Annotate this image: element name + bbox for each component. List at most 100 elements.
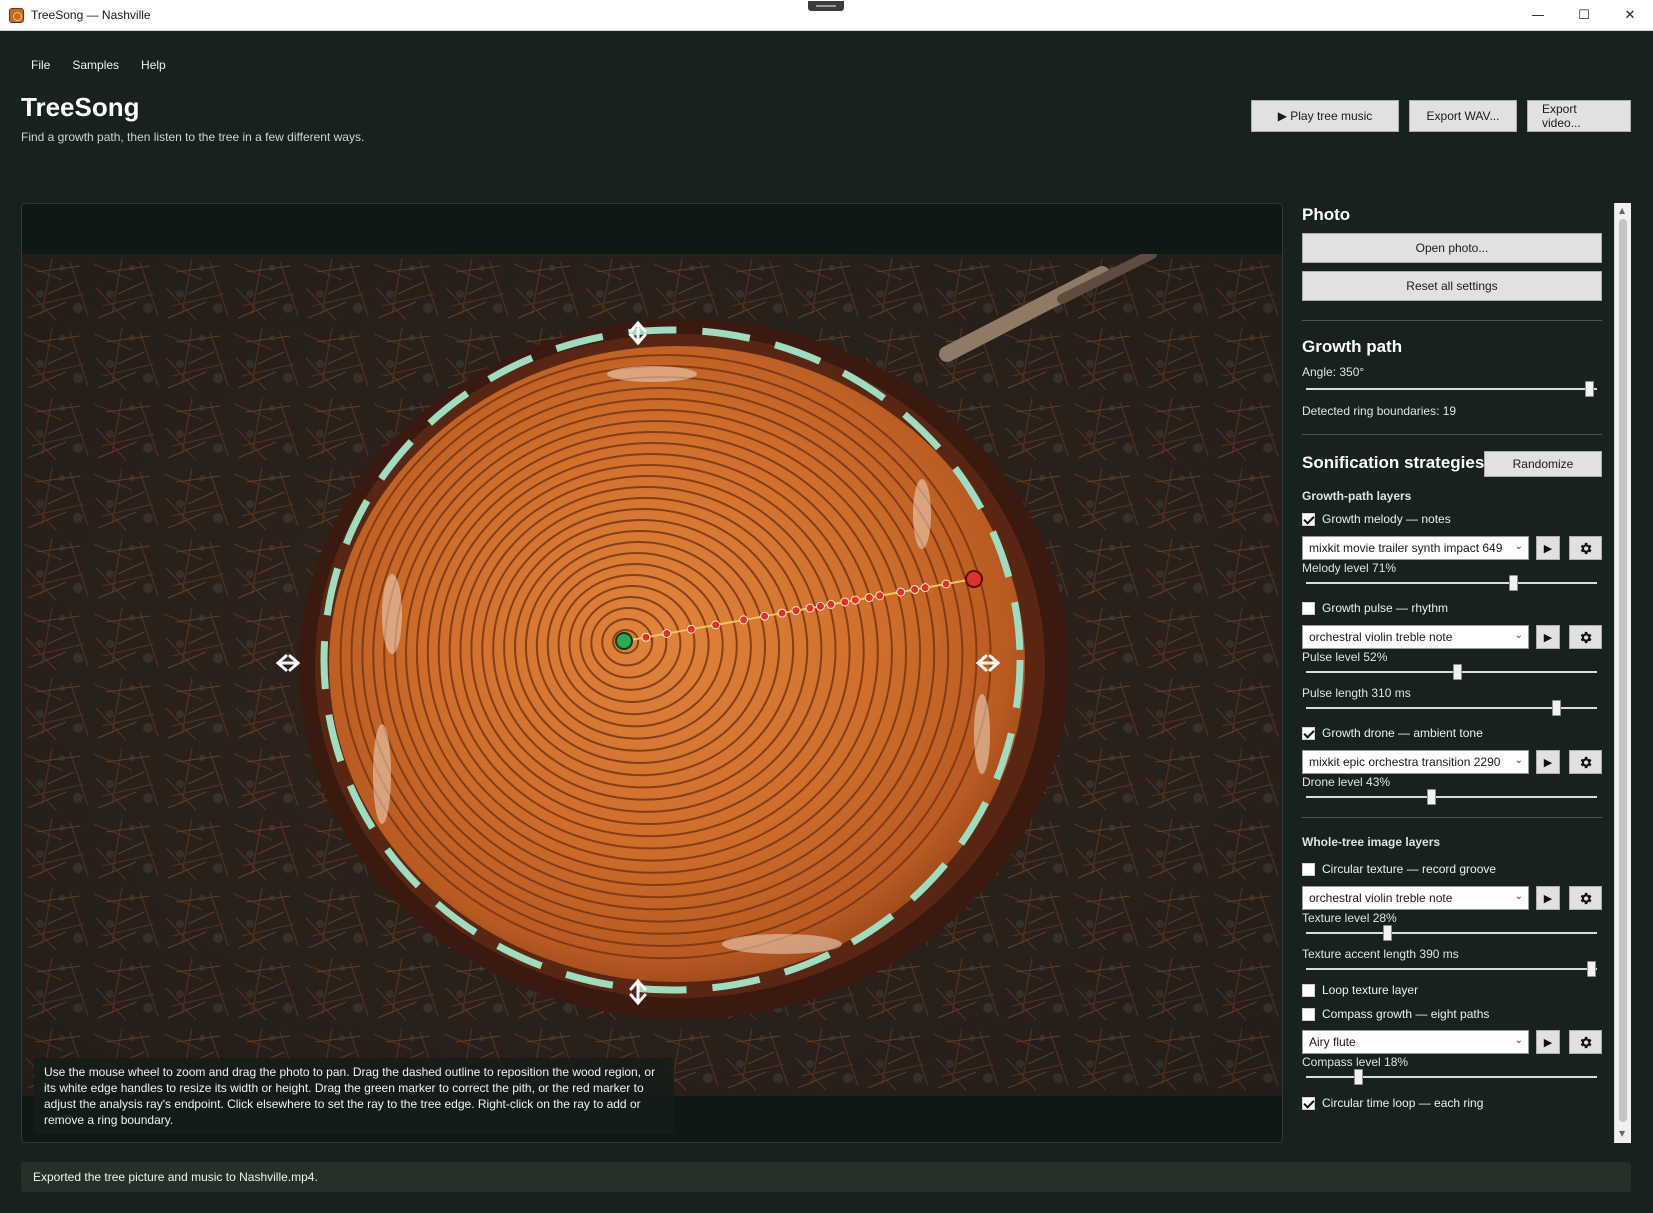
ring-boundary-marker[interactable] xyxy=(760,611,770,621)
pulse-checkbox[interactable]: Growth pulse — rhythm xyxy=(1302,601,1448,615)
scroll-up-icon[interactable]: ▲ xyxy=(1619,206,1625,215)
melody-level-thumb[interactable] xyxy=(1508,575,1518,591)
texture-accent-thumb[interactable] xyxy=(1587,961,1597,977)
ring-boundary-marker[interactable] xyxy=(920,583,930,593)
ring-boundary-marker[interactable] xyxy=(850,595,860,605)
melody-checkbox-box[interactable] xyxy=(1302,512,1315,526)
settings-sidebar[interactable]: Photo Open photo... Reset all settings G… xyxy=(1291,203,1621,1143)
pulse-length-thumb[interactable] xyxy=(1552,700,1562,716)
compass-settings-button[interactable] xyxy=(1569,1030,1602,1054)
ring-boundary-marker[interactable] xyxy=(840,597,850,607)
angle-slider-thumb[interactable] xyxy=(1584,381,1594,397)
time-loop-checkbox[interactable]: Circular time loop — each ring xyxy=(1302,1096,1483,1110)
melody-sample-select[interactable]: mixkit movie trailer synth impact 649 ⌄ xyxy=(1302,536,1529,560)
melody-level-slider[interactable] xyxy=(1306,575,1597,591)
texture-checkbox[interactable]: Circular texture — record groove xyxy=(1302,862,1496,876)
pulse-level-thumb[interactable] xyxy=(1453,664,1463,680)
close-button[interactable]: ✕ xyxy=(1607,0,1653,31)
window-titlebar[interactable]: TreeSong — Nashville — ☐ ✕ xyxy=(0,0,1653,31)
snap-handle[interactable] xyxy=(808,1,844,11)
export-video-button[interactable]: Export video... xyxy=(1527,100,1631,132)
ray-end-marker[interactable] xyxy=(965,570,983,588)
ring-boundary-marker[interactable] xyxy=(805,603,815,613)
pulse-sample-select[interactable]: orchestral violin treble note ⌄ xyxy=(1302,625,1529,649)
ring-boundary-marker[interactable] xyxy=(711,620,721,630)
texture-level-thumb[interactable] xyxy=(1383,925,1393,941)
pulse-level-slider[interactable] xyxy=(1306,664,1597,680)
maximize-button[interactable]: ☐ xyxy=(1561,0,1607,31)
compass-checkbox[interactable]: Compass growth — eight paths xyxy=(1302,1007,1489,1021)
time-loop-checkbox-box[interactable] xyxy=(1302,1096,1315,1110)
photo-canvas[interactable] xyxy=(22,254,1283,1096)
melody-level-label: Melody level 71% xyxy=(1302,561,1397,575)
ring-boundary-marker[interactable] xyxy=(910,585,920,595)
pulse-sample-value: orchestral violin treble note xyxy=(1309,630,1453,644)
sidebar-scrollbar[interactable]: ▲ ▼ xyxy=(1614,203,1631,1143)
menu-samples[interactable]: Samples xyxy=(61,56,130,76)
texture-checkbox-box[interactable] xyxy=(1302,862,1315,876)
ring-boundary-marker[interactable] xyxy=(739,615,749,625)
minimize-button[interactable]: — xyxy=(1515,0,1561,31)
compass-checkbox-box[interactable] xyxy=(1302,1007,1315,1021)
sonification-title: Sonification strategies xyxy=(1302,453,1485,472)
menu-help[interactable]: Help xyxy=(130,56,177,76)
angle-slider[interactable] xyxy=(1306,381,1597,397)
ring-boundary-marker[interactable] xyxy=(641,632,651,642)
chevron-down-icon: ⌄ xyxy=(1514,541,1523,552)
drone-checkbox-box[interactable] xyxy=(1302,726,1315,740)
compass-sample-select[interactable]: Airy flute ⌄ xyxy=(1302,1030,1529,1054)
pulse-level-label: Pulse level 52% xyxy=(1302,650,1388,664)
texture-accent-slider[interactable] xyxy=(1306,961,1597,977)
scroll-down-icon[interactable]: ▼ xyxy=(1619,1129,1625,1138)
loop-texture-checkbox[interactable]: Loop texture layer xyxy=(1302,983,1418,997)
export-wav-button[interactable]: Export WAV... xyxy=(1409,100,1517,132)
menu-file[interactable]: File xyxy=(20,56,61,76)
pulse-checkbox-box[interactable] xyxy=(1302,601,1315,615)
ring-boundary-marker[interactable] xyxy=(864,593,874,603)
compass-level-slider[interactable] xyxy=(1306,1069,1597,1085)
texture-sample-select[interactable]: orchestral violin treble note ⌄ xyxy=(1302,886,1529,910)
status-text: Exported the tree picture and music to N… xyxy=(33,1170,318,1184)
melody-checkbox[interactable]: Growth melody — notes xyxy=(1302,512,1451,526)
status-bar: Exported the tree picture and music to N… xyxy=(21,1162,1631,1192)
whole-tree-title: Whole-tree image layers xyxy=(1302,835,1441,849)
melody-settings-button[interactable] xyxy=(1569,536,1602,560)
randomize-button[interactable]: Randomize xyxy=(1484,451,1602,477)
pulse-length-slider[interactable] xyxy=(1306,700,1597,716)
ring-boundary-marker[interactable] xyxy=(875,591,885,601)
ring-boundary-marker[interactable] xyxy=(896,587,906,597)
compass-level-thumb[interactable] xyxy=(1354,1069,1364,1085)
photo-viewer[interactable]: Use the mouse wheel to zoom and drag the… xyxy=(21,203,1283,1143)
section-divider xyxy=(1302,817,1602,818)
ring-boundary-marker[interactable] xyxy=(777,608,787,618)
drone-checkbox[interactable]: Growth drone — ambient tone xyxy=(1302,726,1483,740)
drone-play-button[interactable]: ▶ xyxy=(1536,750,1560,774)
ring-boundary-marker[interactable] xyxy=(941,579,951,589)
drone-level-thumb[interactable] xyxy=(1427,789,1437,805)
pulse-settings-button[interactable] xyxy=(1569,625,1602,649)
drone-sample-select[interactable]: mixkit epic orchestra transition 2290 ⌄ xyxy=(1302,750,1529,774)
reset-settings-button[interactable]: Reset all settings xyxy=(1302,271,1602,301)
drone-level-slider[interactable] xyxy=(1306,789,1597,805)
melody-play-button[interactable]: ▶ xyxy=(1536,536,1560,560)
texture-settings-button[interactable] xyxy=(1569,886,1602,910)
ring-boundary-marker[interactable] xyxy=(815,601,825,611)
chevron-down-icon: ⌄ xyxy=(1514,1035,1523,1046)
ring-boundary-marker[interactable] xyxy=(662,629,672,639)
gear-icon xyxy=(1578,541,1593,556)
play-tree-music-button[interactable]: ▶ Play tree music xyxy=(1251,100,1399,132)
texture-level-slider[interactable] xyxy=(1306,925,1597,941)
scrollbar-thumb[interactable] xyxy=(1619,219,1627,1122)
ring-boundary-marker[interactable] xyxy=(686,624,696,634)
texture-play-button[interactable]: ▶ xyxy=(1536,886,1560,910)
ring-boundary-marker[interactable] xyxy=(826,599,836,609)
compass-play-button[interactable]: ▶ xyxy=(1536,1030,1560,1054)
play-icon: ▶ xyxy=(1543,755,1553,769)
pith-marker[interactable] xyxy=(615,632,633,650)
tree-stump-photo[interactable] xyxy=(22,254,1283,1096)
loop-texture-checkbox-box[interactable] xyxy=(1302,983,1315,997)
pulse-play-button[interactable]: ▶ xyxy=(1536,625,1560,649)
ring-boundary-marker[interactable] xyxy=(791,606,801,616)
open-photo-button[interactable]: Open photo... xyxy=(1302,233,1602,263)
drone-settings-button[interactable] xyxy=(1569,750,1602,774)
